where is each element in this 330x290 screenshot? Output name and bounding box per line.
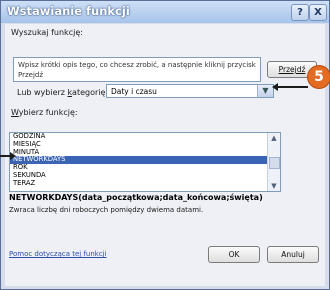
function-list-label-accel: W	[11, 108, 19, 117]
function-list-item[interactable]: ROK	[10, 163, 280, 172]
search-input[interactable]: Wpisz krótki opis tego, co chcesz zrobić…	[13, 57, 261, 82]
dialog-title: Wstawianie funkcji	[7, 4, 130, 18]
function-list-item-selected[interactable]: NETWORKDAYS	[10, 156, 280, 165]
ok-button[interactable]: OK	[208, 246, 260, 263]
function-list-item[interactable]: SEKUNDA	[10, 171, 280, 180]
function-list-item[interactable]: MIESIĄC	[10, 140, 280, 149]
title-bar: Wstawianie funkcji ? X	[1, 1, 329, 23]
function-list[interactable]: GODZINA MIESIĄC MINUTA NETWORKDAYS ROK S…	[9, 132, 281, 192]
category-select[interactable]: Daty i czasu ▼	[106, 84, 274, 98]
callout-arrow-line	[276, 86, 308, 88]
scroll-up-icon[interactable]: ▲	[268, 133, 280, 143]
search-label: Wyszukaj funkcję:	[11, 28, 83, 37]
function-description: Zwraca liczbę dni roboczych pomiędzy dwi…	[9, 206, 204, 214]
category-label-suffix: ategorię:	[72, 88, 109, 97]
help-button[interactable]: ?	[291, 4, 309, 21]
callout-badge: 5	[308, 66, 330, 88]
function-list-label: Wybierz funkcję:	[11, 108, 78, 117]
scroll-down-icon[interactable]: ▼	[268, 181, 280, 191]
function-list-item[interactable]: GODZINA	[10, 133, 280, 141]
function-list-scrollbar[interactable]: ▲ ▼	[267, 133, 280, 191]
category-label-prefix: Lub wybierz	[17, 88, 68, 97]
function-list-item[interactable]: TERAZ	[10, 179, 280, 188]
help-link[interactable]: Pomoc dotycząca tej funkcji	[9, 250, 107, 258]
function-list-label-rest: ybierz funkcję:	[18, 108, 78, 117]
go-button-label: Przejdź	[278, 65, 306, 74]
insert-function-dialog: Wstawianie funkcji ? X Wyszukaj funkcję:…	[0, 0, 330, 290]
callout-arrow-head	[272, 83, 278, 91]
close-button[interactable]: X	[309, 4, 327, 21]
chevron-down-icon[interactable]: ▼	[257, 85, 273, 97]
category-label: Lub wybierz kategorię:	[17, 88, 108, 97]
cancel-button[interactable]: Anuluj	[267, 246, 319, 263]
category-select-value: Daty i czasu	[111, 87, 157, 96]
function-signature: NETWORKDAYS(data_początkowa;data_końcowa…	[9, 193, 263, 202]
scroll-thumb[interactable]	[269, 157, 280, 169]
pointer-arrow-head	[10, 152, 16, 160]
